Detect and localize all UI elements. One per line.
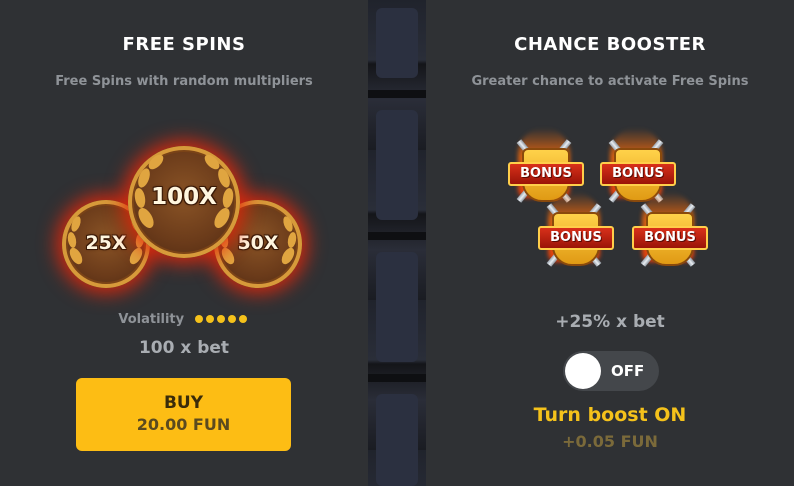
- boost-cost-multiplier: +25% x bet: [555, 312, 665, 332]
- chance-booster-title: CHANCE BOOSTER: [514, 34, 706, 55]
- turn-boost-label: Turn boost ON: [533, 404, 687, 426]
- volatility-dot: [238, 315, 247, 323]
- toggle-state-label: OFF: [611, 362, 645, 380]
- volatility-dot: [216, 315, 225, 323]
- volatility-dot: [205, 315, 214, 323]
- reel-symbol: [376, 8, 418, 78]
- free-spins-subtitle: Free Spins with random multipliers: [55, 74, 313, 89]
- bonus-label: BONUS: [508, 162, 584, 186]
- boost-cost: +0.05 FUN: [562, 432, 658, 451]
- reel-symbol: [376, 110, 418, 220]
- chance-booster-subtitle: Greater chance to activate Free Spins: [471, 74, 749, 89]
- buy-button-price: 20.00 FUN: [136, 415, 231, 434]
- free-spins-panel: FREE SPINS Free Spins with random multip…: [0, 0, 368, 486]
- chance-booster-panel: CHANCE BOOSTER Greater chance to activat…: [426, 0, 794, 486]
- reel-divider: [368, 374, 426, 382]
- buy-button[interactable]: BUY 20.00 FUN: [76, 378, 291, 451]
- reel-divider: [368, 232, 426, 240]
- volatility-dot: [194, 315, 203, 323]
- multiplier-medallion-100x: 100X: [128, 146, 240, 258]
- toggle-knob[interactable]: [565, 353, 601, 389]
- bonus-swords-icon: BONUS: [632, 192, 708, 272]
- background-reels: [368, 0, 426, 486]
- reel-divider: [368, 90, 426, 98]
- volatility-dot: [227, 315, 236, 323]
- buy-button-label: BUY: [163, 393, 204, 413]
- boost-toggle[interactable]: OFF: [563, 351, 659, 391]
- volatility-rating: [194, 312, 250, 327]
- bonus-label: BONUS: [632, 226, 708, 250]
- reel-symbol: [376, 252, 418, 362]
- bonus-label: BONUS: [538, 226, 614, 250]
- bonus-label: BONUS: [600, 162, 676, 186]
- bonus-swords-icon: BONUS: [538, 192, 614, 272]
- volatility-row: Volatility: [0, 312, 368, 327]
- volatility-label: Volatility: [118, 312, 185, 327]
- reel-symbol: [376, 394, 418, 486]
- multiplier-label: 100X: [151, 184, 217, 210]
- free-spins-title: FREE SPINS: [122, 34, 246, 55]
- free-spins-price: 100 x bet: [138, 338, 230, 358]
